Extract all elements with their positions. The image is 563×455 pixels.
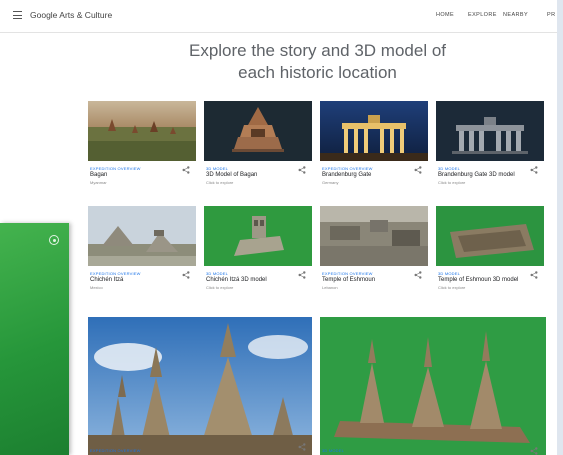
- share-icon[interactable]: [530, 166, 538, 174]
- big-tile-meta: EXPEDITION OVERVIEW: [88, 447, 312, 455]
- share-icon[interactable]: [298, 166, 306, 174]
- tile-kicker: EXPEDITION OVERVIEW: [322, 166, 373, 171]
- tile-subtitle: Germany: [322, 180, 339, 185]
- tile-subtitle: Myanmar: [90, 180, 107, 185]
- tile-kicker: 3D MODEL: [322, 448, 345, 453]
- nav-item-nearby[interactable]: NEARBY: [503, 12, 528, 18]
- nav-item-explore[interactable]: EXPLORE: [468, 12, 497, 18]
- tile-title[interactable]: Brandenburg Gate 3D model: [438, 172, 515, 178]
- share-icon[interactable]: [298, 443, 306, 451]
- thumbnail-temple-of-eshmoun: [320, 206, 428, 266]
- big-tile-ayutthaya[interactable]: EXPEDITION OVERVIEW: [88, 317, 312, 455]
- tile-kicker: EXPEDITION OVERVIEW: [90, 271, 141, 276]
- tile-title[interactable]: Brandenburg Gate: [322, 172, 371, 178]
- page: Google Arts & Culture HOME EXPLORE NEARB…: [0, 0, 563, 455]
- tile-meta: 3D MODEL Temple of Eshmoun 3D model Clic…: [436, 266, 544, 304]
- thumbnail-brandenburg-gate: [320, 101, 428, 161]
- tile-kicker: 3D MODEL: [438, 166, 461, 171]
- thumbnail-bagan-3d: [204, 101, 312, 161]
- share-icon[interactable]: [414, 166, 422, 174]
- tile-kicker: 3D MODEL: [438, 271, 461, 276]
- page-headline: Explore the story and 3D model of each h…: [140, 40, 495, 84]
- share-icon[interactable]: [182, 166, 190, 174]
- tile-bagan[interactable]: EXPEDITION OVERVIEW Bagan Myanmar: [88, 101, 196, 199]
- big-tile-ayutthaya-3d[interactable]: 3D MODEL: [320, 317, 546, 455]
- tile-brandenburg-gate-3d[interactable]: 3D MODEL Brandenburg Gate 3D model Click…: [436, 101, 544, 199]
- share-icon[interactable]: [414, 271, 422, 279]
- tile-temple-of-eshmoun-3d[interactable]: 3D MODEL Temple of Eshmoun 3D model Clic…: [436, 206, 544, 304]
- tile-meta: EXPEDITION OVERVIEW Temple of Eshmoun Le…: [320, 266, 428, 304]
- tile-subtitle: Mexico: [90, 285, 103, 290]
- tile-meta: 3D MODEL Chichén Itzá 3D model Click to …: [204, 266, 312, 304]
- tile-brandenburg-gate[interactable]: EXPEDITION OVERVIEW Brandenburg Gate Ger…: [320, 101, 428, 199]
- tile-subtitle: Click to explore: [438, 180, 466, 185]
- tile-temple-of-eshmoun[interactable]: EXPEDITION OVERVIEW Temple of Eshmoun Le…: [320, 206, 428, 304]
- share-icon[interactable]: [530, 447, 538, 455]
- share-icon[interactable]: [298, 271, 306, 279]
- thumbnail-temple-of-eshmoun-3d: [436, 206, 544, 266]
- tile-meta: 3D MODEL 3D Model of Bagan Click to expl…: [204, 161, 312, 199]
- tile-title[interactable]: Chichén Itzá: [90, 277, 123, 283]
- share-icon[interactable]: [530, 271, 538, 279]
- tile-meta: 3D MODEL Brandenburg Gate 3D model Click…: [436, 161, 544, 199]
- big-thumbnail-ayutthaya-3d: [320, 317, 546, 455]
- share-icon[interactable]: [182, 271, 190, 279]
- big-thumbnail-ayutthaya: [88, 317, 312, 455]
- top-bar: Google Arts & Culture HOME EXPLORE NEARB…: [0, 0, 563, 33]
- tile-kicker: EXPEDITION OVERVIEW: [90, 166, 141, 171]
- tile-title[interactable]: Chichén Itzá 3D model: [206, 277, 267, 283]
- tile-chichen-itza[interactable]: EXPEDITION OVERVIEW Chichén Itzá Mexico: [88, 206, 196, 304]
- tile-title[interactable]: Temple of Eshmoun 3D model: [438, 277, 518, 283]
- page-right-edge: [557, 0, 563, 455]
- tile-bagan-3d[interactable]: 3D MODEL 3D Model of Bagan Click to expl…: [204, 101, 312, 199]
- tile-title[interactable]: Temple of Eshmoun: [322, 277, 375, 283]
- overlay-button-icon[interactable]: [49, 235, 59, 245]
- tile-kicker: EXPEDITION OVERVIEW: [322, 271, 373, 276]
- tile-subtitle: Click to explore: [438, 285, 466, 290]
- overlay-green-panel: [0, 223, 69, 455]
- tile-title[interactable]: 3D Model of Bagan: [206, 172, 257, 178]
- thumbnail-bagan: [88, 101, 196, 161]
- tile-meta: EXPEDITION OVERVIEW Bagan Myanmar: [88, 161, 196, 199]
- tile-kicker: 3D MODEL: [206, 271, 229, 276]
- nav-item-profile[interactable]: PR: [547, 12, 555, 18]
- tile-subtitle: Click to explore: [206, 285, 234, 290]
- thumbnail-brandenburg-gate-3d: [436, 101, 544, 161]
- tile-subtitle: Lebanon: [322, 285, 338, 290]
- tile-kicker: 3D MODEL: [206, 166, 229, 171]
- big-tile-meta: 3D MODEL: [320, 447, 546, 455]
- tile-subtitle: Click to explore: [206, 180, 234, 185]
- tile-title[interactable]: Bagan: [90, 172, 107, 178]
- tile-meta: EXPEDITION OVERVIEW Brandenburg Gate Ger…: [320, 161, 428, 199]
- nav-item-home[interactable]: HOME: [436, 12, 454, 18]
- headline-line-2: each historic location: [238, 63, 397, 82]
- thumbnail-chichen-itza-3d: [204, 206, 312, 266]
- headline-line-1: Explore the story and 3D model of: [188, 41, 447, 60]
- thumbnail-chichen-itza: [88, 206, 196, 266]
- tile-meta: EXPEDITION OVERVIEW Chichén Itzá Mexico: [88, 266, 196, 304]
- app-title[interactable]: Google Arts & Culture: [30, 10, 112, 20]
- tile-chichen-itza-3d[interactable]: 3D MODEL Chichén Itzá 3D model Click to …: [204, 206, 312, 304]
- menu-icon[interactable]: [13, 11, 22, 19]
- tile-kicker: EXPEDITION OVERVIEW: [90, 448, 141, 453]
